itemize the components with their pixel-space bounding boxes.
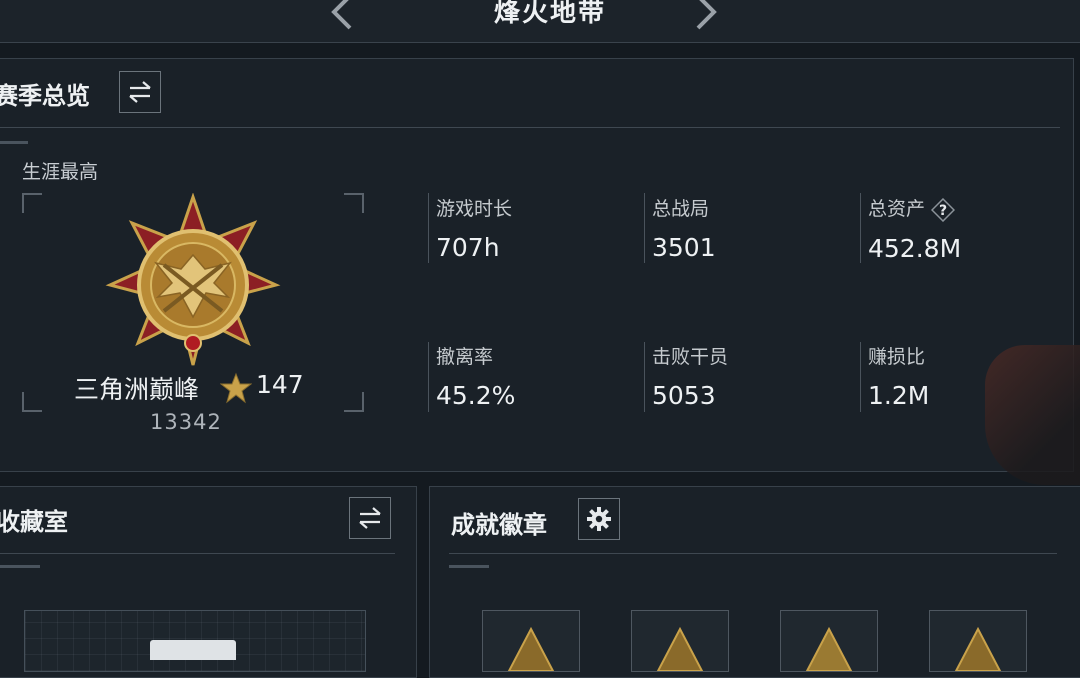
stat-label: 总资产 <box>868 198 926 220</box>
stat-extraction-rate: 撤离率 45.2% <box>436 342 515 410</box>
stat-total-matches: 总战局 3501 <box>652 194 716 262</box>
switch-arrows-icon <box>129 81 151 103</box>
stat-label: 游戏时长 <box>436 198 513 220</box>
stat-value: 45.2% <box>436 381 516 410</box>
stat-label: 赚损比 <box>868 346 926 368</box>
frame-corner <box>22 392 42 412</box>
stat-divider <box>428 193 429 263</box>
star-icon <box>220 372 252 404</box>
stat-label: 击败干员 <box>652 346 729 368</box>
frame-corner <box>344 193 364 213</box>
badge-icon <box>805 626 853 672</box>
collection-item-icon <box>150 640 236 660</box>
achievements-settings-button[interactable] <box>578 498 620 540</box>
rank-stars-count: 147 <box>256 370 304 399</box>
season-overview-title: 赛季总览 <box>0 82 90 110</box>
badge-icon <box>656 626 704 672</box>
rank-score: 13342 <box>150 410 222 434</box>
collection-switch-button[interactable] <box>349 497 391 539</box>
switch-arrows-icon <box>359 507 381 529</box>
collection-divider <box>0 553 395 554</box>
badge-icon <box>954 626 1002 672</box>
prev-mode-button[interactable] <box>320 0 360 38</box>
stat-divider <box>860 193 861 263</box>
collection-title: 收藏室 <box>0 508 68 536</box>
stat-label: 撤离率 <box>436 346 494 368</box>
mode-title: 烽火地带 <box>493 0 606 28</box>
stat-value: 707h <box>436 233 500 262</box>
rank-medal-icon <box>105 193 281 366</box>
stat-play-time: 游戏时长 707h <box>436 194 512 262</box>
question-icon[interactable]: ? <box>931 197 956 222</box>
stat-label: 总战局 <box>652 198 710 220</box>
stat-value: 1.2M <box>868 381 930 410</box>
badge-icon <box>507 626 555 672</box>
frame-corner <box>22 193 42 213</box>
decor-mark <box>449 565 489 568</box>
career-best-label: 生涯最高 <box>22 161 99 183</box>
stat-profit-loss-ratio: 赚损比 1.2M <box>868 342 929 410</box>
stat-value: 3501 <box>652 233 716 262</box>
decor-mark <box>0 141 28 144</box>
stat-divider <box>428 342 429 412</box>
svg-text:?: ? <box>939 203 947 219</box>
achievements-title: 成就徽章 <box>451 511 547 539</box>
chevron-left-icon <box>331 0 352 30</box>
gear-icon <box>587 507 611 531</box>
achievements-divider <box>449 553 1057 554</box>
stat-divider <box>644 193 645 263</box>
stat-value: 452.8M <box>868 233 962 263</box>
stat-value: 5053 <box>652 381 716 410</box>
chevron-right-icon <box>696 0 717 30</box>
stat-operators-defeated: 击败干员 5053 <box>652 342 728 410</box>
mode-header: 烽火地带 <box>0 0 1080 43</box>
next-mode-button[interactable] <box>688 0 728 38</box>
character-model <box>985 345 1080 485</box>
frame-corner <box>344 392 364 412</box>
stat-divider <box>644 342 645 412</box>
decor-mark <box>0 565 40 568</box>
stat-total-assets: 总资产 ? 452.8M <box>868 194 961 263</box>
stat-divider <box>860 342 861 412</box>
season-switch-button[interactable] <box>119 71 161 113</box>
rank-name: 三角洲巅峰 <box>74 375 200 404</box>
season-divider <box>0 127 1060 128</box>
